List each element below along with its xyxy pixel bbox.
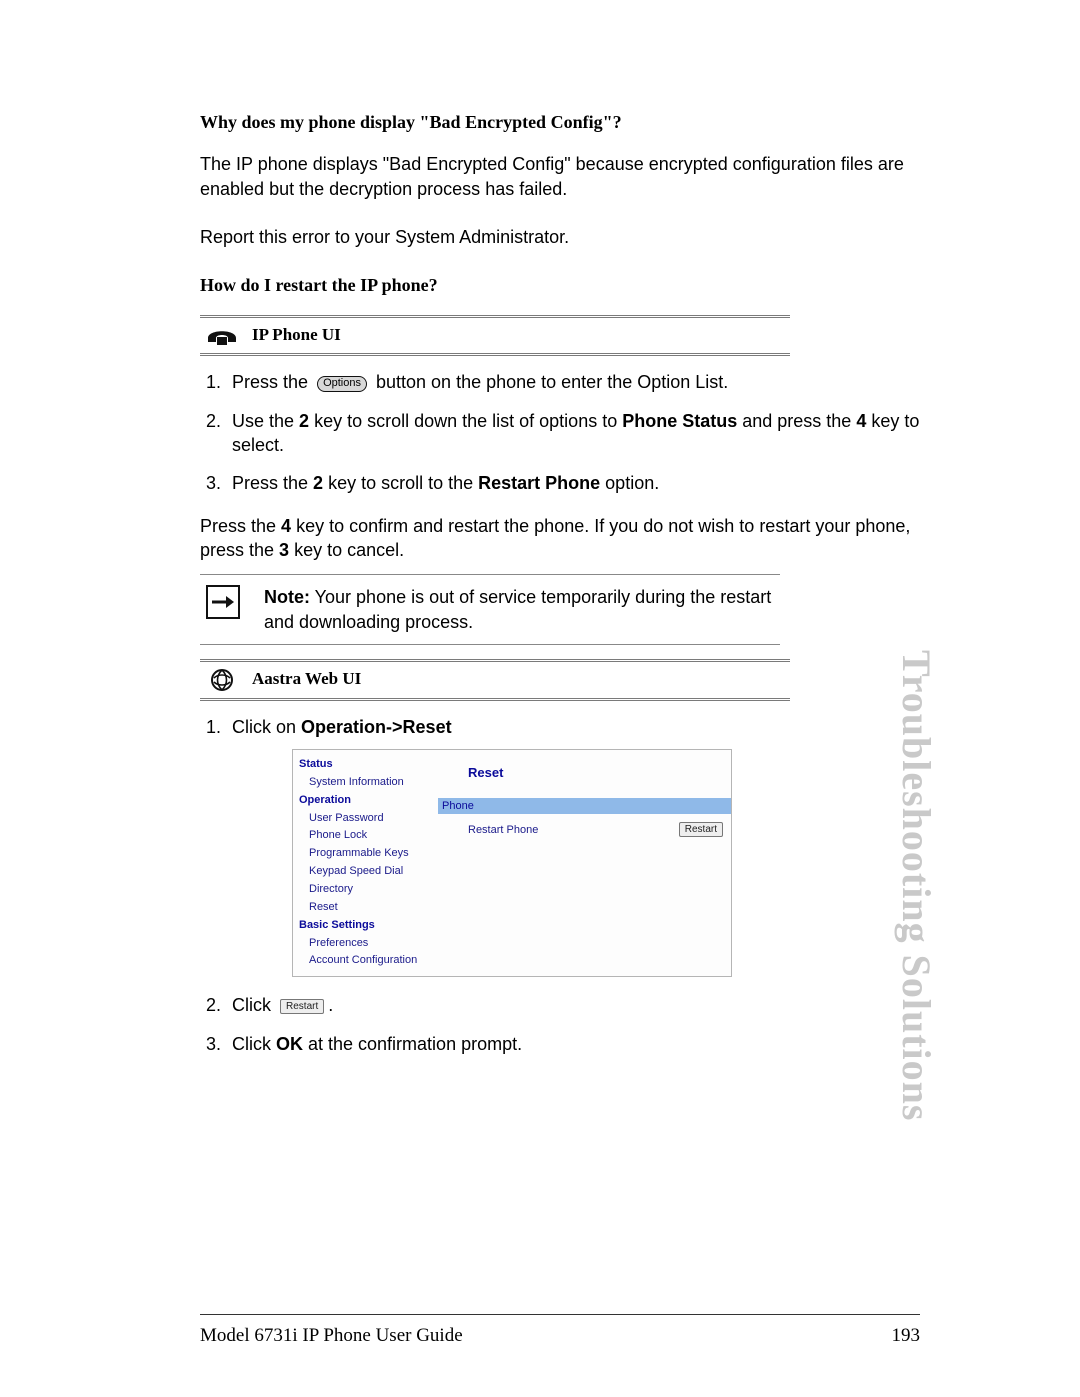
step2-bold: Phone Status	[622, 411, 737, 431]
sidebar-sysinfo: System Information	[309, 775, 432, 790]
sidebar-plock: Phone Lock	[309, 828, 432, 843]
step1-text-a: Press the	[232, 372, 308, 392]
step1: Press the Options button on the phone to…	[226, 370, 920, 394]
ip-phone-steps: Press the Options button on the phone to…	[200, 370, 920, 495]
ip-phone-ui-block: IP Phone UI	[200, 315, 790, 356]
sidebar-pkeys: Programmable Keys	[309, 846, 432, 861]
page-footer: Model 6731i IP Phone User Guide 193	[200, 1314, 920, 1347]
sidebar-prefs: Preferences	[309, 936, 432, 951]
web-step2-b: .	[328, 995, 333, 1015]
step3-c: option.	[600, 473, 659, 493]
webui-sidebar: Status System Information Operation User…	[293, 750, 438, 976]
web-step2: Click Restart.	[226, 993, 920, 1017]
web-step1-b: Operation->Reset	[301, 717, 452, 737]
sidebar-userpw: User Password	[309, 811, 432, 826]
step3-b: key to scroll to the	[323, 473, 478, 493]
options-button-icon: Options	[317, 376, 367, 392]
globe-icon	[202, 668, 242, 692]
aastra-web-ui-label: Aastra Web UI	[252, 668, 361, 691]
webui-restart-button[interactable]: Restart	[679, 822, 723, 837]
confirm-key1: 4	[281, 516, 291, 536]
web-step3-a: Click	[232, 1034, 276, 1054]
confirm-key2: 3	[279, 540, 289, 560]
confirm-a: Press the	[200, 516, 281, 536]
step2: Use the 2 key to scroll down the list of…	[226, 409, 920, 458]
step3: Press the 2 key to scroll to the Restart…	[226, 471, 920, 495]
footer-left: Model 6731i IP Phone User Guide	[200, 1325, 463, 1347]
step2-a: Use the	[232, 411, 299, 431]
phone-icon	[202, 325, 242, 347]
sidebar-ksd: Keypad Speed Dial	[309, 864, 432, 879]
note-text: Note: Your phone is out of service tempo…	[264, 585, 780, 634]
step2-key2: 4	[856, 411, 866, 431]
web-step3-c: at the confirmation prompt.	[303, 1034, 522, 1054]
section1-para2: Report this error to your System Adminis…	[200, 225, 920, 249]
step1-text-b: button on the phone to enter the Option …	[376, 372, 728, 392]
step2-key1: 2	[299, 411, 309, 431]
footer-page-number: 193	[892, 1325, 921, 1347]
vertical-section-title: Troubleshooting Solutions	[893, 650, 940, 1121]
webui-phone-bar: Phone	[438, 798, 731, 815]
web-step3: Click OK at the confirmation prompt.	[226, 1032, 920, 1056]
ip-phone-ui-label: IP Phone UI	[252, 324, 341, 347]
confirm-para: Press the 4 key to confirm and restart t…	[200, 514, 920, 563]
step3-a: Press the	[232, 473, 313, 493]
web-step1: Click on Operation->Reset Status System …	[226, 715, 920, 977]
web-step2-a: Click	[232, 995, 271, 1015]
webui-main: Reset Phone Restart Phone Restart	[438, 750, 731, 976]
sidebar-operation: Operation	[299, 793, 432, 808]
step3-bold: Restart Phone	[478, 473, 600, 493]
web-step3-b: OK	[276, 1034, 303, 1054]
webui-title: Reset	[468, 764, 723, 782]
step3-key: 2	[313, 473, 323, 493]
sidebar-basic: Basic Settings	[299, 918, 432, 933]
confirm-c: key to cancel.	[289, 540, 404, 560]
web-steps: Click on Operation->Reset Status System …	[200, 715, 920, 1056]
section1-title: Why does my phone display "Bad Encrypted…	[200, 110, 920, 134]
sidebar-dir: Directory	[309, 882, 432, 897]
inline-restart-button-icon: Restart	[280, 999, 324, 1014]
note-label: Note:	[264, 587, 310, 607]
section2-title: How do I restart the IP phone?	[200, 273, 920, 297]
step2-b: key to scroll down the list of options t…	[309, 411, 622, 431]
sidebar-acct: Account Configuration	[309, 953, 432, 968]
web-step1-a: Click on	[232, 717, 301, 737]
arrow-right-icon	[206, 585, 240, 619]
note-block: Note: Your phone is out of service tempo…	[200, 574, 780, 645]
section1-para1: The IP phone displays "Bad Encrypted Con…	[200, 152, 920, 201]
step2-c: and press the	[737, 411, 856, 431]
webui-restart-phone-label: Restart Phone	[468, 823, 538, 838]
sidebar-status: Status	[299, 757, 432, 772]
webui-screenshot: Status System Information Operation User…	[292, 749, 732, 977]
aastra-web-ui-block: Aastra Web UI	[200, 659, 790, 701]
note-body: Your phone is out of service temporarily…	[264, 587, 771, 631]
sidebar-reset: Reset	[309, 900, 432, 915]
